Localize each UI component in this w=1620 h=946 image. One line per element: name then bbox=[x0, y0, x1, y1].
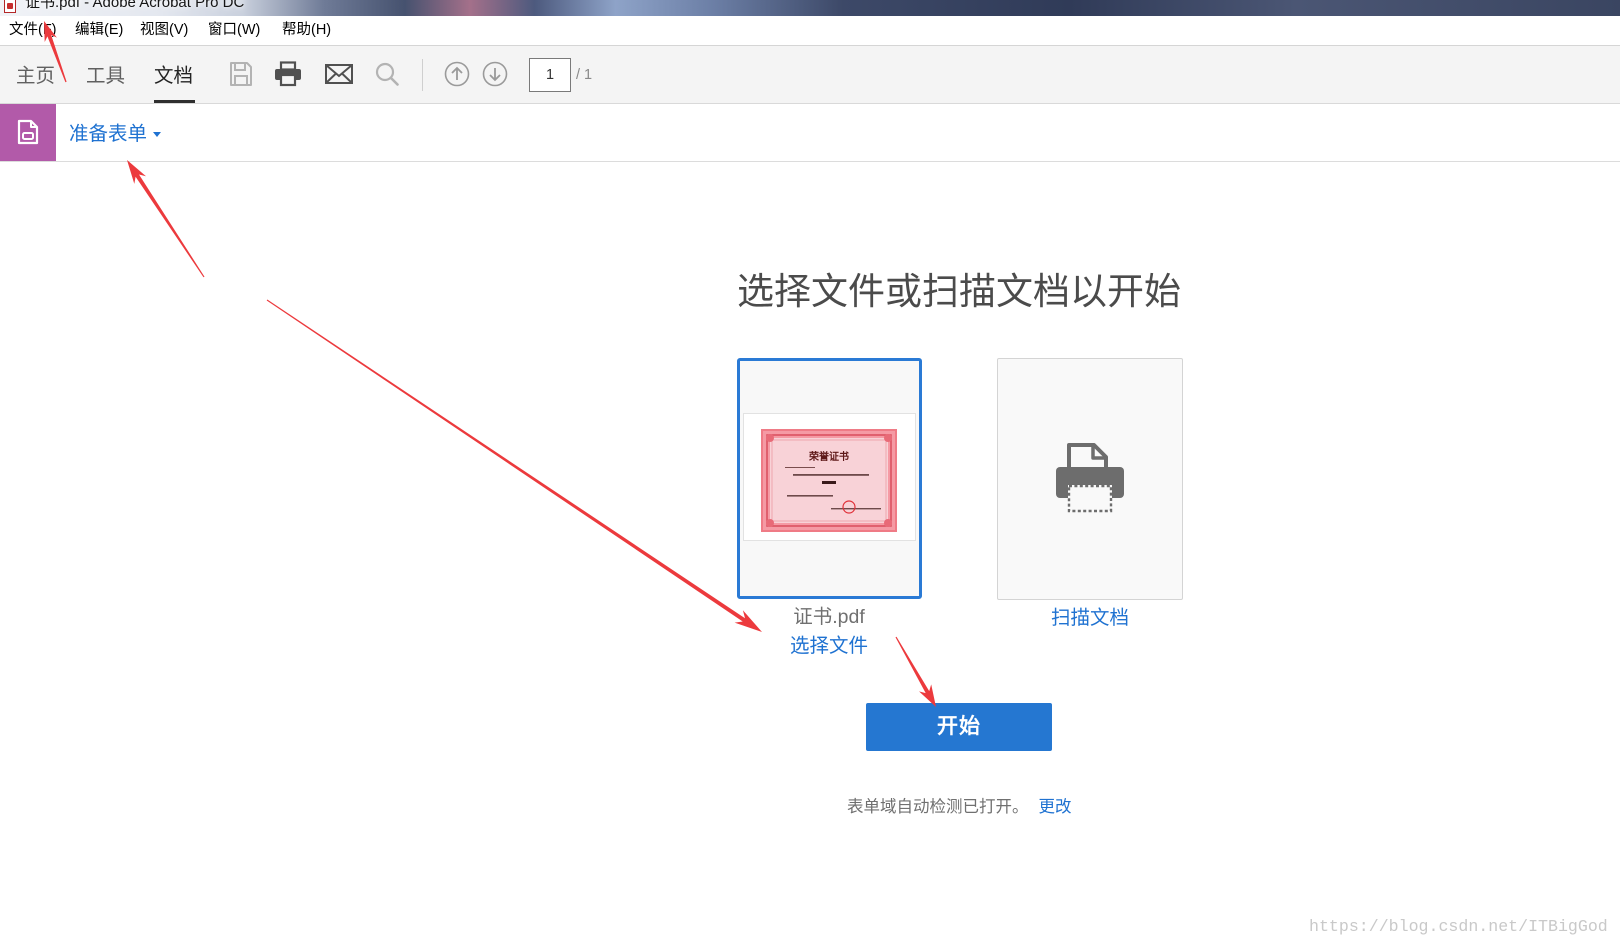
page-total: / 1 bbox=[576, 67, 593, 83]
select-file-link[interactable]: 选择文件 bbox=[729, 634, 929, 658]
active-tab-indicator bbox=[154, 100, 195, 103]
prepare-form-icon bbox=[17, 119, 39, 145]
certificate-text-line bbox=[822, 481, 836, 484]
page-number-input[interactable] bbox=[529, 58, 571, 92]
acrobat-window: 证书.pdf - Adobe Acrobat Pro DC 文件(F) 编辑(E… bbox=[0, 0, 1620, 946]
scan-card[interactable] bbox=[997, 358, 1183, 600]
file-card[interactable]: 荣誉证书 bbox=[737, 358, 922, 599]
tab-document[interactable]: 文档 bbox=[154, 64, 193, 89]
watermark: https://blog.csdn.net/ITBigGod bbox=[1309, 917, 1608, 936]
print-icon[interactable] bbox=[274, 61, 302, 87]
form-detection-footer: 表单域自动检测已打开。 更改 bbox=[847, 797, 1072, 817]
window-title: 证书.pdf - Adobe Acrobat Pro DC bbox=[25, 0, 245, 11]
prepare-form-dropdown[interactable]: 准备表单 bbox=[69, 122, 162, 146]
menu-edit[interactable]: 编辑(E) bbox=[75, 16, 123, 45]
title-bar: 证书.pdf - Adobe Acrobat Pro DC bbox=[0, 0, 1620, 16]
search-icon[interactable] bbox=[375, 62, 399, 86]
file-name: 证书.pdf bbox=[793, 606, 865, 628]
change-link[interactable]: 更改 bbox=[1039, 797, 1072, 817]
form-detection-status: 表单域自动检测已打开。 bbox=[847, 798, 1029, 816]
menu-file[interactable]: 文件(F) bbox=[9, 16, 57, 45]
certificate-thumbnail: 荣誉证书 bbox=[761, 429, 897, 532]
pdf-app-icon bbox=[4, 0, 16, 13]
page-heading: 选择文件或扫描文档以开始 bbox=[737, 271, 1181, 312]
menu-view[interactable]: 视图(V) bbox=[140, 16, 188, 45]
scan-document-link[interactable]: 扫描文档 bbox=[990, 606, 1190, 630]
toolbar-separator bbox=[422, 59, 423, 91]
toolbar: 主页 工具 文档 1 / 1 bbox=[0, 46, 1620, 104]
certificate-text-line bbox=[785, 467, 815, 468]
scanner-icon bbox=[1056, 443, 1124, 513]
tool-title: 准备表单 bbox=[69, 123, 148, 145]
certificate-text-line bbox=[793, 474, 869, 476]
file-thumbnail: 荣誉证书 bbox=[743, 413, 916, 541]
chevron-down-icon bbox=[153, 131, 162, 137]
certificate-title: 荣誉证书 bbox=[808, 450, 849, 463]
arrow-up-circle-icon[interactable] bbox=[444, 61, 470, 87]
menu-window[interactable]: 窗口(W) bbox=[208, 16, 260, 45]
annotation-arrow-select-file bbox=[266, 299, 762, 632]
email-icon[interactable] bbox=[325, 64, 353, 84]
certificate-text-line bbox=[787, 495, 833, 497]
arrow-down-circle-icon[interactable] bbox=[482, 61, 508, 87]
tab-home[interactable]: 主页 bbox=[16, 64, 55, 89]
start-button[interactable]: 开始 bbox=[866, 703, 1052, 751]
certificate-text-line bbox=[831, 508, 881, 510]
annotation-arrow-prepare-form bbox=[127, 160, 205, 278]
prepare-form-badge bbox=[0, 104, 56, 161]
tab-tools[interactable]: 工具 bbox=[86, 64, 125, 89]
save-icon[interactable] bbox=[229, 61, 253, 87]
menu-bar: 文件(F) 编辑(E) 视图(V) 窗口(W) 帮助(H) bbox=[0, 16, 1620, 46]
tool-header: 准备表单 bbox=[0, 104, 1620, 162]
menu-help[interactable]: 帮助(H) bbox=[282, 16, 331, 45]
